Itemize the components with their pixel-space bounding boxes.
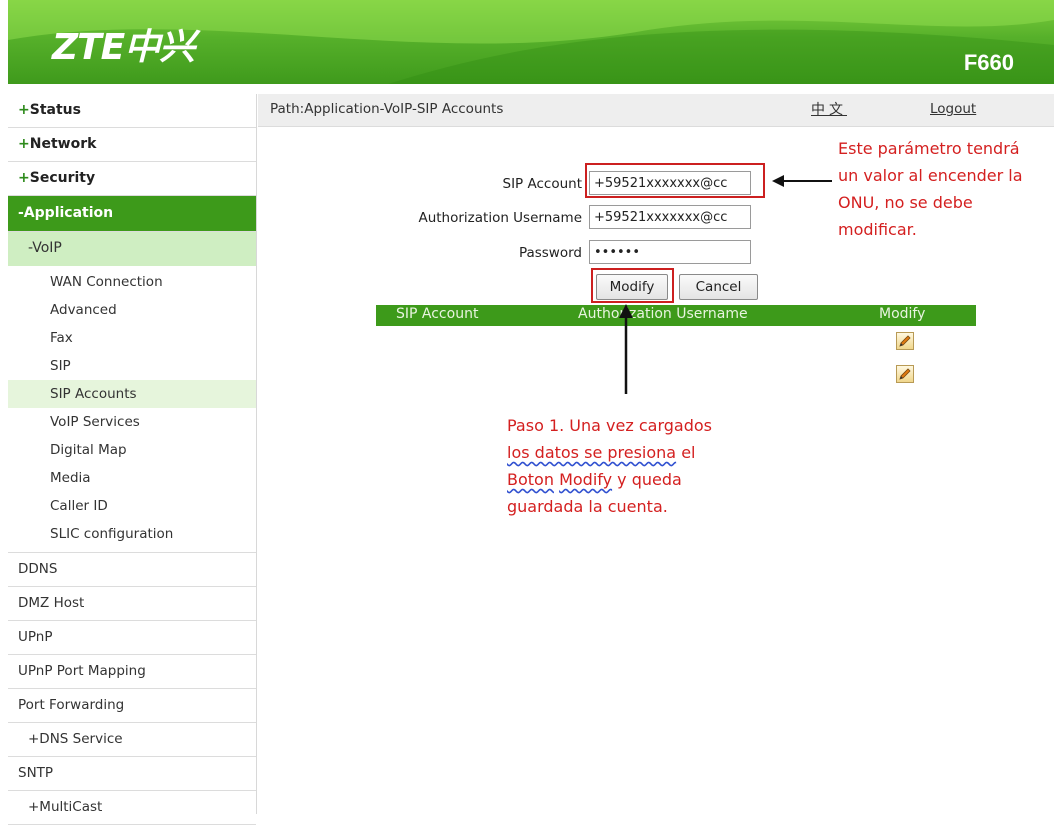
annotation-arrows [619,175,832,394]
annotation-note-step1: Paso 1. Una vez cargados los datos se pr… [507,416,712,516]
arrow-left-head [772,175,784,187]
annotation-note-parameter: Este parámetro tendrá un valor al encend… [838,139,1023,239]
arrow-up-head [619,304,633,318]
